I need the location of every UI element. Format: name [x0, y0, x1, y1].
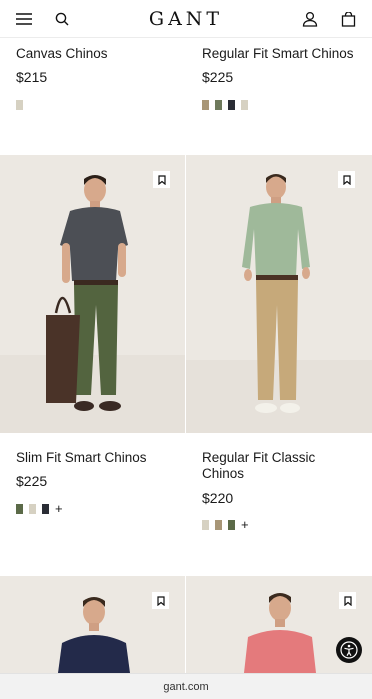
product-price: $225: [202, 69, 234, 85]
user-icon[interactable]: [300, 9, 320, 29]
product-title[interactable]: Regular Fit Smart Chinos: [202, 46, 354, 62]
product-title[interactable]: Regular Fit Classic Chinos: [202, 450, 352, 482]
product-image-slim-fit-smart-chinos[interactable]: [0, 155, 185, 433]
color-swatch[interactable]: [241, 100, 248, 110]
product-price: $225: [16, 473, 48, 489]
wishlist-bookmark-icon[interactable]: [152, 592, 169, 609]
product-title[interactable]: Canvas Chinos: [16, 46, 108, 62]
wishlist-bookmark-icon[interactable]: [339, 592, 356, 609]
product-price: $220: [202, 490, 234, 506]
product-image[interactable]: [0, 576, 185, 673]
site-header: GANT: [0, 0, 372, 38]
search-icon[interactable]: [52, 9, 72, 29]
color-swatch[interactable]: [16, 100, 23, 110]
accessibility-icon[interactable]: [336, 637, 362, 663]
color-swatch[interactable]: [42, 504, 49, 514]
wishlist-bookmark-icon[interactable]: [153, 171, 170, 188]
model-photo: [0, 155, 185, 433]
shopping-bag-icon[interactable]: [338, 9, 358, 29]
color-swatch[interactable]: [215, 100, 222, 110]
color-swatches: +: [202, 518, 249, 531]
color-swatches: +: [16, 502, 63, 515]
model-photo: [0, 576, 185, 673]
product-title[interactable]: Slim Fit Smart Chinos: [16, 450, 147, 466]
hamburger-menu-icon[interactable]: [14, 9, 34, 29]
browser-url-bar[interactable]: gant.com: [0, 673, 372, 699]
more-colors-button[interactable]: +: [241, 518, 249, 531]
model-photo: [186, 155, 372, 433]
more-colors-button[interactable]: +: [55, 502, 63, 515]
color-swatches: [202, 100, 248, 110]
color-swatches: [16, 100, 23, 110]
color-swatch[interactable]: [228, 100, 235, 110]
color-swatch[interactable]: [16, 504, 23, 514]
product-image-regular-fit-classic-chinos[interactable]: [186, 155, 372, 433]
wishlist-bookmark-icon[interactable]: [338, 171, 355, 188]
color-swatch[interactable]: [228, 520, 235, 530]
color-swatch[interactable]: [29, 504, 36, 514]
color-swatch[interactable]: [202, 100, 209, 110]
url-text: gant.com: [163, 681, 209, 693]
color-swatch[interactable]: [202, 520, 209, 530]
brand-logo[interactable]: GANT: [130, 9, 242, 29]
product-price: $215: [16, 69, 48, 85]
color-swatch[interactable]: [215, 520, 222, 530]
